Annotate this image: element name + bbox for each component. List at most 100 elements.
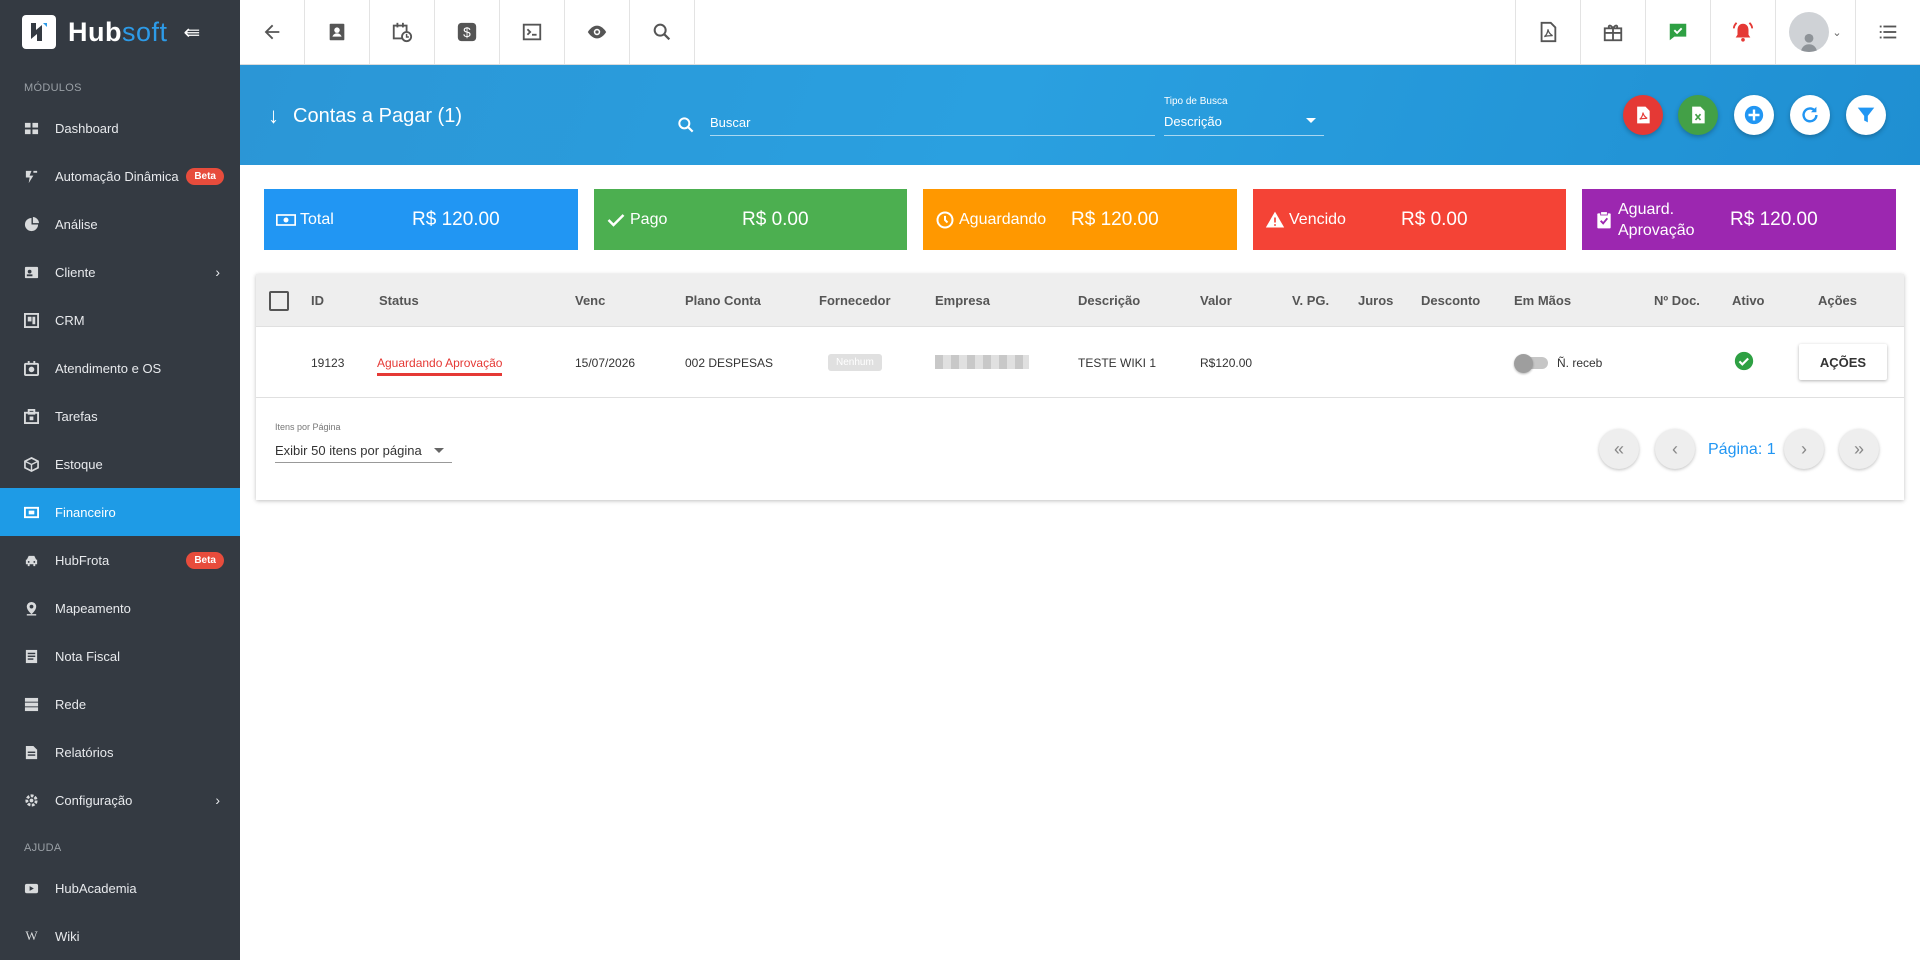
user-menu-button[interactable]: ⌄ [1775,0,1855,64]
caret-down-icon [434,448,444,453]
sidebar-item-hubfrota[interactable]: HubFrota Beta [0,536,240,584]
sidebar-item-automacao[interactable]: Automação Dinâmica Beta [0,152,240,200]
beta-badge: Beta [186,167,224,185]
service-icon [24,360,39,376]
sidebar-item-estoque[interactable]: Estoque [0,440,240,488]
table-panel: ID Status Venc Plano Conta Fornecedor Em… [256,274,1904,500]
finance-shortcut-button[interactable]: $ [435,0,500,64]
sidebar-item-label: Mapeamento [55,600,131,616]
contacts-button[interactable] [305,0,370,64]
sidebar-item-label: CRM [55,312,85,328]
sidebar-item-analise[interactable]: Análise [0,200,240,248]
schedule-button[interactable] [370,0,435,64]
map-pin-icon [24,601,39,616]
column-header[interactable]: Empresa [935,293,990,308]
sidebar-item-dashboard[interactable]: Dashboard [0,104,240,152]
column-header[interactable]: Valor [1200,293,1232,308]
column-header[interactable]: ID [311,293,324,308]
last-page-button[interactable]: » [1839,429,1879,469]
gear-icon [24,793,39,808]
sidebar-item-label: Wiki [55,928,80,944]
sidebar-item-label: Estoque [55,456,103,472]
column-header[interactable]: Desconto [1421,293,1480,308]
summary-label: Aguardando [959,210,1047,228]
gift-button[interactable] [1580,0,1645,64]
collapse-arrow-icon[interactable]: ⇚ [184,20,201,45]
refresh-button[interactable] [1790,95,1830,135]
sidebar-item-nota-fiscal[interactable]: Nota Fiscal [0,632,240,680]
double-chevron-right-icon: » [1853,438,1864,459]
messages-button[interactable] [1645,0,1710,64]
sidebar-item-cliente[interactable]: Cliente › [0,248,240,296]
invoice-icon [24,649,39,664]
search-type-label: Tipo de Busca [1164,96,1228,107]
search-input[interactable] [710,110,1155,136]
sidebar-item-tarefas[interactable]: Tarefas [0,392,240,440]
excel-export-button[interactable] [1678,95,1718,135]
wikipedia-icon: W [25,928,38,943]
filter-icon [1857,107,1875,123]
sidebar-item-configuracao[interactable]: Configuração › [0,776,240,824]
column-header[interactable]: Status [379,293,419,308]
pdf-button[interactable] [1515,0,1580,64]
report-icon [24,745,39,760]
filter-button[interactable] [1846,95,1886,135]
column-header[interactable]: Ativo [1732,293,1765,308]
summary-value: R$ 120.00 [1071,208,1159,230]
sidebar-item-wiki[interactable]: W Wiki [0,912,240,960]
per-page-select[interactable]: Exibir 50 itens por página [275,437,452,463]
em-maos-toggle[interactable] [1514,354,1548,373]
column-header[interactable]: Fornecedor [819,293,891,308]
prev-page-button[interactable]: ‹ [1655,429,1695,469]
list-menu-icon [1879,25,1897,39]
column-header[interactable]: Venc [575,293,605,308]
calendar-clock-icon [392,22,413,43]
column-header: Ações [1818,293,1858,308]
next-page-button[interactable]: › [1784,429,1824,469]
table-row[interactable]: 19123 Aguardando Aprovação 15/07/2026 00… [256,327,1904,398]
alerts-button[interactable] [1710,0,1775,64]
sidebar-item-rede[interactable]: Rede [0,680,240,728]
terminal-button[interactable] [500,0,565,64]
summary-label: Pago [630,210,668,228]
back-button[interactable] [240,0,305,64]
search-type-value: Descrição [1164,114,1222,129]
current-page-label: Página: 1 [1708,441,1776,458]
summary-label: Vencido [1289,210,1346,228]
column-header[interactable]: Em Mãos [1514,293,1571,308]
pdf-export-button[interactable] [1623,95,1663,135]
add-button[interactable] [1734,95,1774,135]
sidebar-item-hubacademia[interactable]: HubAcademia [0,864,240,912]
chevron-right-icon: › [215,264,220,280]
main-menu-button[interactable] [1855,0,1920,64]
search-type-select[interactable]: Descrição [1164,110,1324,136]
column-header[interactable]: Plano Conta [685,293,761,308]
column-header[interactable]: Nº Doc. [1654,293,1700,308]
acoes-button[interactable]: AÇÕES [1799,344,1887,380]
select-all-checkbox[interactable] [269,291,289,311]
column-header[interactable]: V. PG. [1292,293,1329,308]
search-button[interactable] [630,0,695,64]
sidebar-item-label: Financeiro [55,504,116,520]
summary-label: Total [300,210,334,228]
chat-check-icon [1669,23,1687,41]
first-page-button[interactable]: « [1599,429,1639,469]
cell-plano-conta: 002 DESPESAS [685,356,774,370]
view-button[interactable] [565,0,630,64]
sidebar-item-relatorios[interactable]: Relatórios [0,728,240,776]
summary-value: R$ 0.00 [1401,208,1468,230]
finance-icon [24,505,39,520]
svg-text:$: $ [463,25,471,40]
column-header[interactable]: Descrição [1078,293,1140,308]
terminal-icon [522,23,542,41]
sidebar-item-mapeamento[interactable]: Mapeamento [0,584,240,632]
summary-card-aguard-aprovacao: Aguard. Aprovação R$ 120.00 [1582,189,1896,250]
cell-valor: R$120.00 [1200,356,1253,370]
cell-em-maos: Ñ. receb [1557,356,1603,370]
sidebar-item-financeiro[interactable]: Financeiro [0,488,240,536]
column-header[interactable]: Juros [1358,293,1393,308]
summary-card-total: Total R$ 120.00 [264,189,578,250]
sidebar-item-atendimento[interactable]: Atendimento e OS [0,344,240,392]
sidebar-item-crm[interactable]: CRM [0,296,240,344]
